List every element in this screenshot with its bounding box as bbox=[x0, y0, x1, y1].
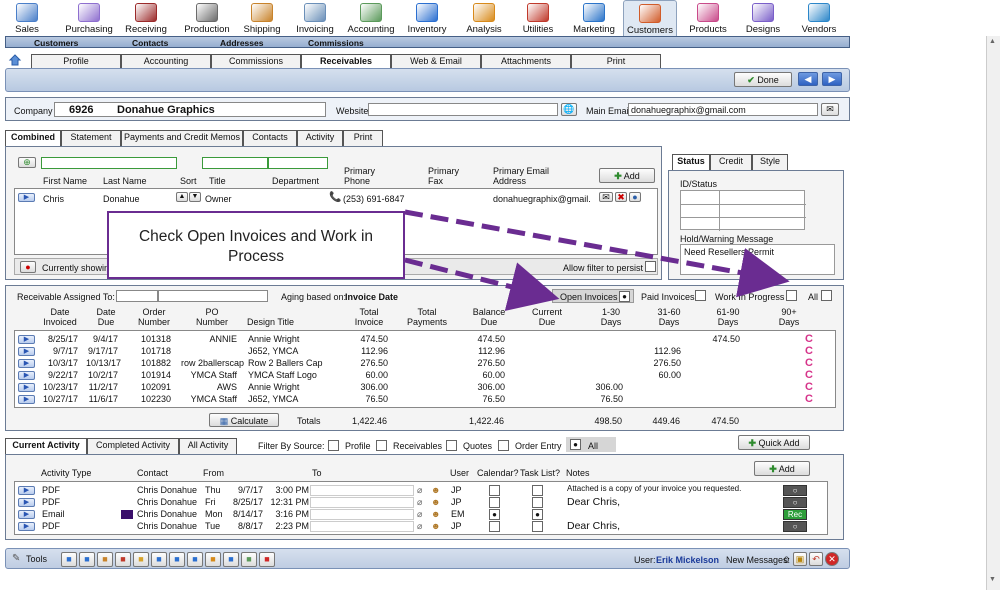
annotation-arrows bbox=[404, 209, 790, 311]
arrow-to-open-invoices bbox=[404, 257, 560, 311]
callout-box: Check Open Invoices and Work in Process bbox=[107, 211, 405, 279]
arrow-to-work-in-progress bbox=[404, 209, 790, 298]
